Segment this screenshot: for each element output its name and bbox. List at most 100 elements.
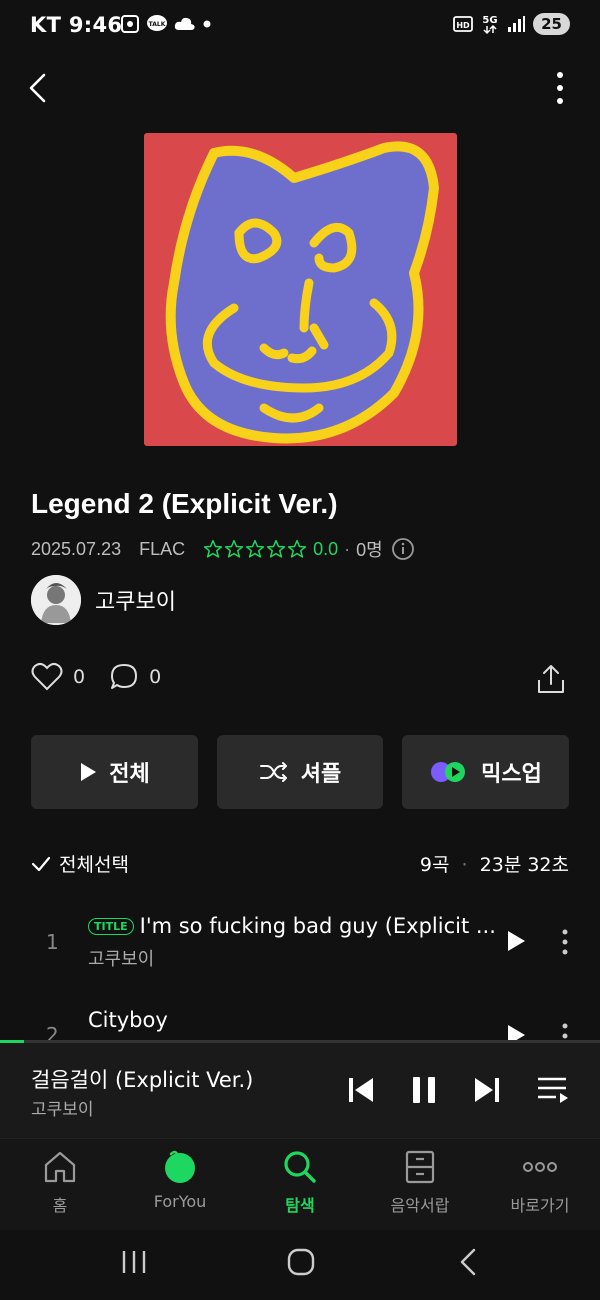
system-back-button[interactable] (456, 1247, 480, 1277)
select-all-label: 전체선택 (59, 854, 129, 876)
foryou-icon (165, 1150, 195, 1183)
carrier-label: KT (30, 13, 62, 37)
shuffle-label: 셔플 (300, 762, 342, 787)
nav-home-label: 홈 (52, 1196, 68, 1215)
play-icon (508, 931, 525, 951)
info-icon[interactable] (391, 537, 415, 561)
kebab-menu-icon (557, 72, 563, 104)
pause-button[interactable] (410, 1075, 438, 1105)
rating-stars[interactable] (203, 539, 307, 559)
search-icon (284, 1151, 316, 1183)
like-count: 0 (73, 666, 86, 688)
dot-icon (203, 20, 211, 28)
signal-icon (508, 16, 526, 32)
hd-icon: HD (453, 16, 474, 32)
notification-icons: TALK (120, 14, 212, 34)
star-icon (246, 539, 265, 558)
svg-text:TALK: TALK (149, 21, 166, 28)
artist-avatar (31, 575, 81, 625)
select-all-toggle[interactable]: 전체선택 (31, 850, 129, 877)
chevron-left-icon (29, 73, 46, 103)
star-icon (204, 539, 223, 558)
recent-apps-button[interactable] (120, 1248, 148, 1276)
nav-search[interactable]: 탐색 (240, 1150, 360, 1216)
track-artist: 고쿠보이 (88, 949, 155, 970)
comment-icon (111, 664, 138, 689)
previous-button[interactable] (346, 1075, 376, 1105)
rating-count: 0명 (356, 540, 383, 560)
nav-foryou[interactable]: ForYou (120, 1150, 240, 1211)
star-icon (267, 539, 286, 558)
share-icon (538, 665, 564, 693)
status-time: KT 9:46 (30, 13, 122, 37)
track-more-button[interactable] (561, 1022, 569, 1040)
track-title: I'm so fucking bad guy (Explicit ... (139, 914, 496, 938)
now-playing-title: 걸음걸이 (Explicit Ver.) (31, 1068, 254, 1092)
nav-library-label: 음악서랍 (390, 1196, 450, 1215)
home-system-button[interactable] (286, 1247, 316, 1277)
star-icon (288, 539, 307, 558)
track-row[interactable]: 1 TITLE I'm so fucking bad guy (Explicit… (0, 898, 600, 988)
next-button[interactable] (472, 1075, 502, 1105)
comment-button[interactable]: 0 (109, 662, 161, 692)
artist-name: 고쿠보이 (95, 590, 176, 615)
battery-icon: 25 (533, 13, 570, 35)
title-badge: TITLE (88, 917, 134, 935)
drawer-icon (405, 1150, 435, 1184)
track-number: 2 (46, 1023, 59, 1040)
cloud-icon (174, 17, 195, 30)
queue-icon (538, 1077, 568, 1103)
album-title: Legend 2 (Explicit Ver.) (31, 488, 338, 519)
kebab-menu-icon (562, 1023, 568, 1039)
track-title: Cityboy (88, 1008, 168, 1032)
back-button[interactable] (16, 66, 60, 110)
comment-count: 0 (149, 666, 162, 688)
talk-icon: TALK (147, 15, 167, 31)
recent-apps-icon (122, 1251, 146, 1273)
album-meta: 2025.07.23 FLAC 0.0 · 0명 (31, 536, 415, 562)
playlist-button[interactable] (536, 1075, 570, 1105)
track-play-button[interactable] (505, 1023, 527, 1040)
heart-icon (31, 662, 63, 691)
track-number: 1 (46, 930, 59, 954)
nav-library[interactable]: 음악서랍 (360, 1150, 480, 1216)
shuffle-button[interactable]: 셔플 (217, 735, 383, 809)
system-icons: HD 5G 25 (453, 13, 570, 35)
release-date: 2025.07.23 (31, 538, 122, 559)
screenshot-icon (121, 15, 139, 33)
playback-progress-fill (0, 1040, 24, 1043)
share-button[interactable] (534, 662, 568, 696)
track-more-button[interactable] (561, 928, 569, 956)
playback-progress-track[interactable] (0, 1040, 600, 1043)
album-art (144, 133, 457, 446)
social-bar: 0 0 (31, 662, 185, 692)
artist-link[interactable]: 고쿠보이 (31, 575, 176, 625)
mixup-button[interactable]: 믹스업 (402, 735, 569, 809)
more-dots-icon (523, 1162, 557, 1172)
mixup-label: 믹스업 (481, 762, 542, 787)
nav-more[interactable]: 바로가기 (480, 1150, 600, 1216)
rating-value: 0.0 (313, 538, 339, 559)
more-options-button[interactable] (538, 66, 582, 110)
nav-search-label: 탐색 (285, 1196, 315, 1215)
track-count: 9곡 (419, 854, 450, 876)
svg-text:5G: 5G (483, 15, 498, 26)
nav-home[interactable]: 홈 (0, 1150, 120, 1216)
pause-icon (413, 1077, 435, 1103)
back-arrow-icon (460, 1248, 476, 1276)
play-icon (81, 763, 97, 781)
home-circle-icon (287, 1248, 315, 1276)
5g-icon: 5G (483, 15, 498, 35)
nav-more-label: 바로가기 (510, 1196, 570, 1215)
audio-format: FLAC (139, 538, 186, 559)
clock: 9:46 (68, 13, 123, 37)
kebab-menu-icon (562, 929, 568, 955)
nav-foryou-label: ForYou (153, 1192, 207, 1211)
shuffle-icon (259, 762, 287, 782)
play-all-button[interactable]: 전체 (31, 735, 198, 809)
check-icon (31, 856, 51, 871)
like-button[interactable]: 0 (31, 662, 85, 692)
track-row[interactable]: 2 Cityboy (0, 990, 600, 1040)
track-list-header: 전체선택 9곡 · 23분 32초 (31, 850, 569, 877)
track-play-button[interactable] (505, 929, 527, 953)
